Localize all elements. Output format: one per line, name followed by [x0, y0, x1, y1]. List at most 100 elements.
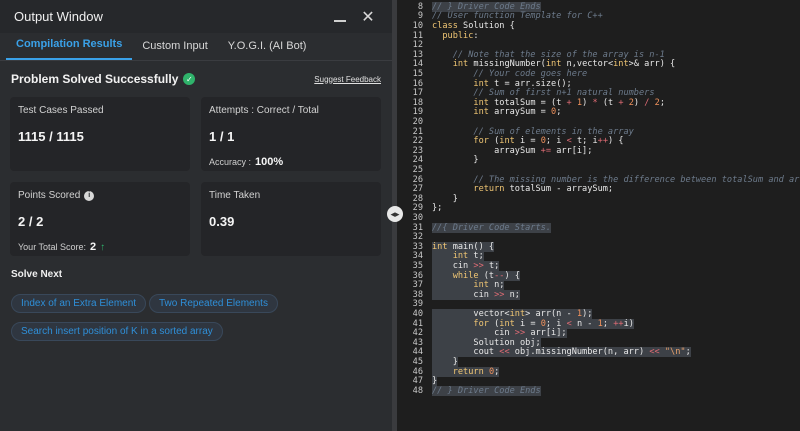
- line-number: 15: [412, 68, 423, 79]
- code-line[interactable]: 24 }: [397, 155, 800, 166]
- code-line[interactable]: 12: [397, 40, 800, 50]
- code-editor[interactable]: 8 // } Driver Code Ends 9 // User function …: [397, 0, 800, 431]
- code-line[interactable]: 48 // } Driver Code Ends: [397, 385, 800, 396]
- line-number: 43: [412, 337, 423, 348]
- line-number: 24: [412, 155, 423, 166]
- code-line[interactable]: 45 }: [397, 356, 800, 367]
- code-line[interactable]: 14 int missingNumber(int n,vector<int>& …: [397, 59, 800, 69]
- code-line[interactable]: 46 return 0;: [397, 366, 800, 377]
- total-score-label: Your Total Score:: [18, 242, 87, 252]
- code-line[interactable]: 18 int totalSum = (t + 1) * (t + 2) / 2;: [397, 98, 800, 108]
- code-line[interactable]: 34 int t;: [397, 251, 800, 262]
- code-text: // User function Template for C++: [432, 11, 603, 22]
- points-card: Points Scored i 2 / 2 Your Total Score: …: [10, 182, 190, 256]
- code-line[interactable]: 32: [397, 232, 800, 242]
- tab-compilation-results[interactable]: Compilation Results: [6, 38, 133, 60]
- code-line[interactable]: 25: [397, 165, 800, 175]
- test-cases-card: Test Cases Passed 1115 / 1115: [10, 97, 190, 171]
- line-number: 26: [412, 174, 423, 185]
- line-number: 34: [412, 251, 423, 262]
- code-text: }: [432, 356, 458, 367]
- line-number: 39: [412, 299, 423, 310]
- code-line[interactable]: 47}: [397, 376, 800, 387]
- line-number: 38: [412, 289, 423, 300]
- line-number: 48: [412, 385, 423, 396]
- code-line[interactable]: 23 arraySum += arr[i];: [397, 146, 800, 156]
- code-line[interactable]: 17 // Sum of first n+1 natural numbers: [397, 88, 800, 98]
- code-line[interactable]: 16 int t = arr.size();: [397, 79, 800, 89]
- line-number: 22: [412, 136, 423, 147]
- code-text: Solution obj;: [432, 337, 541, 348]
- info-icon[interactable]: i: [84, 190, 95, 201]
- points-label-row: Points Scored i: [18, 190, 182, 201]
- code-line[interactable]: 36 while (t--) {: [397, 270, 800, 281]
- line-number: 32: [412, 232, 423, 243]
- code-line[interactable]: 33 int main() {: [397, 241, 800, 252]
- line-number: 19: [412, 107, 423, 118]
- code-text: }: [432, 155, 479, 166]
- code-text: int n;: [432, 280, 505, 291]
- code-text: return 0;: [432, 366, 500, 377]
- code-line[interactable]: 35 cin >> t;: [397, 260, 800, 271]
- code-line[interactable]: 13 // Note that the size of the array is…: [397, 50, 800, 60]
- line-number: 36: [412, 270, 423, 281]
- line-number: 27: [412, 184, 423, 195]
- code-line[interactable]: 29};: [397, 203, 800, 214]
- code-text: }: [432, 376, 438, 387]
- code-line[interactable]: 30: [397, 213, 800, 223]
- time-value: 0.39: [209, 214, 235, 229]
- line-number: 17: [412, 88, 423, 99]
- solve-next-item[interactable]: Two Repeated Elements: [149, 294, 278, 313]
- code-line[interactable]: 41 for (int i = 0; i < n - 1; ++i): [397, 318, 800, 329]
- tab-custom-input[interactable]: Custom Input: [132, 40, 217, 60]
- line-number: 33: [412, 241, 423, 252]
- suggest-feedback-link[interactable]: Suggest Feedback: [314, 75, 381, 84]
- line-number: 13: [412, 49, 423, 60]
- code-line[interactable]: 43 Solution obj;: [397, 337, 800, 348]
- code-line[interactable]: 39: [397, 299, 800, 310]
- line-number: 41: [412, 318, 423, 329]
- code-text: int arraySum = 0;: [473, 107, 562, 118]
- accuracy-row: Accuracy : 100%: [209, 156, 373, 168]
- line-number: 23: [412, 145, 423, 156]
- accuracy-value: 100%: [255, 156, 284, 168]
- points-value: 2 / 2: [18, 214, 44, 229]
- solve-next-item[interactable]: Index of an Extra Element: [11, 294, 147, 313]
- code-text: // The missing number is the difference …: [473, 174, 800, 185]
- code-line[interactable]: 31 //{ Driver Code Starts.: [397, 222, 800, 233]
- minimize-icon[interactable]: [330, 7, 350, 27]
- code-line[interactable]: 38 cin >> n;: [397, 289, 800, 300]
- code-line[interactable]: 20: [397, 117, 800, 127]
- code-line[interactable]: 9 // User function Template for C++: [397, 11, 800, 22]
- code-line[interactable]: 21 // Sum of elements in the array: [397, 127, 800, 137]
- accuracy-label: Accuracy :: [209, 157, 252, 167]
- code-line[interactable]: 28 }: [397, 194, 800, 204]
- drag-handle-icon[interactable]: ◂▸: [387, 206, 403, 222]
- code-text: cin >> arr[i];: [432, 328, 567, 339]
- code-line[interactable]: 11 public:: [397, 31, 800, 41]
- code-line[interactable]: 10 class Solution {: [397, 21, 800, 31]
- code-line[interactable]: 15 // Your code goes here: [397, 69, 800, 79]
- code-line[interactable]: 26 // The missing number is the differen…: [397, 175, 800, 185]
- code-line[interactable]: 27 return totalSum - arraySum;: [397, 184, 800, 194]
- solve-next-item[interactable]: Search insert position of K in a sorted …: [11, 322, 223, 341]
- code-text: // } Driver Code Ends: [432, 385, 541, 396]
- code-text: for (int i = 0; i < t; i++) {: [473, 136, 624, 147]
- code-line[interactable]: 40 vector<int> arr(n - 1);: [397, 308, 800, 319]
- line-number: 8: [417, 1, 423, 12]
- tab-yogi-ai-bot[interactable]: Y.O.G.I. (AI Bot): [218, 40, 317, 60]
- line-number: 25: [412, 164, 423, 175]
- line-number: 37: [412, 280, 423, 291]
- line-number: 35: [412, 260, 423, 271]
- code-line[interactable]: 37 int n;: [397, 280, 800, 291]
- line-number: 46: [412, 366, 423, 377]
- code-line[interactable]: 19 int arraySum = 0;: [397, 107, 800, 118]
- code-text: //{ Driver Code Starts.: [432, 222, 551, 233]
- code-line[interactable]: 42 cin >> arr[i];: [397, 328, 800, 339]
- code-text: };: [432, 203, 443, 214]
- close-icon[interactable]: ✕: [358, 7, 378, 27]
- code-line[interactable]: 44 cout << obj.missingNumber(n, arr) << …: [397, 347, 800, 358]
- code-text: int t = arr.size();: [473, 78, 572, 89]
- code-line[interactable]: 8 // } Driver Code Ends: [397, 1, 800, 12]
- code-line[interactable]: 22 for (int i = 0; i < t; i++) {: [397, 136, 800, 146]
